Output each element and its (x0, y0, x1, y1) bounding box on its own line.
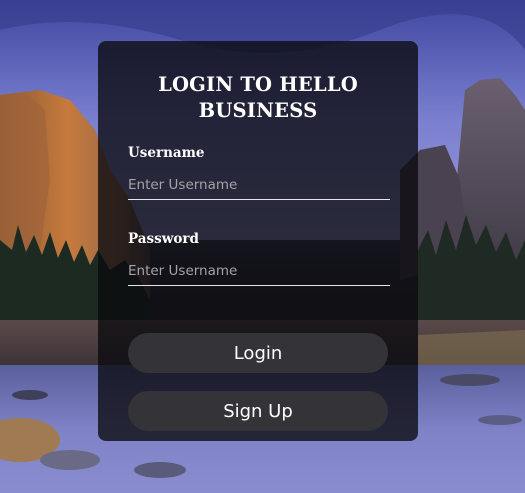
login-page: LOGIN TO HELLO BUSINESS Username Passwor… (0, 0, 525, 493)
login-card: LOGIN TO HELLO BUSINESS Username Passwor… (98, 41, 418, 441)
username-label: Username (128, 145, 205, 161)
login-button[interactable]: Login (128, 333, 388, 373)
password-label: Password (128, 231, 199, 247)
password-input[interactable] (128, 256, 390, 286)
form-title: LOGIN TO HELLO BUSINESS (158, 73, 358, 122)
username-input[interactable] (128, 170, 390, 200)
signup-button[interactable]: Sign Up (128, 391, 388, 431)
